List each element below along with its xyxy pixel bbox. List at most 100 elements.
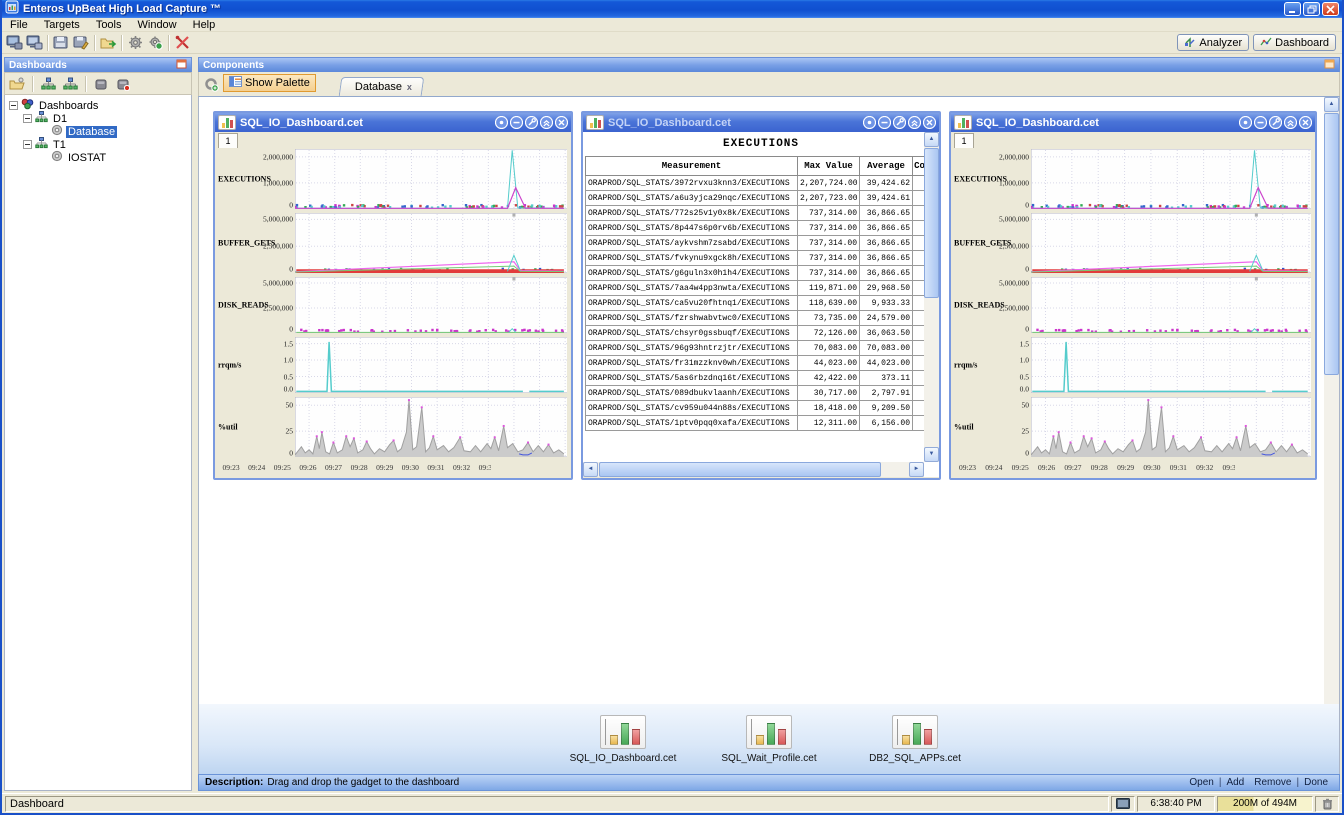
tree-item-iostat[interactable]: IOSTAT	[7, 151, 189, 164]
gadget-menu-button[interactable]	[510, 116, 523, 129]
y-tick-label: 0.5	[284, 372, 293, 381]
gadget-sql-io-dashboard-3[interactable]: SQL_IO_Dashboard.cet 1 EXECUTIONS2,000,0…	[949, 111, 1317, 480]
gadget-close-button[interactable]	[1299, 116, 1312, 129]
tab-database[interactable]: Database x	[338, 77, 424, 96]
table-row[interactable]: ORAPROD/SQL_STATS/fr31mzzknv0wh/EXECUTIO…	[586, 356, 927, 371]
menu-tools[interactable]: Tools	[88, 19, 130, 31]
table-row[interactable]: ORAPROD/SQL_STATS/8p447s6p0rv6b/EXECUTIO…	[586, 221, 927, 236]
gadget-dot-button[interactable]	[863, 116, 876, 129]
dashboards-panel-header: Dashboards	[4, 57, 192, 72]
tab-close-icon[interactable]: x	[407, 82, 412, 92]
tree-item-t1[interactable]: T1	[7, 138, 189, 151]
gadget-menu-button[interactable]	[1254, 116, 1267, 129]
show-palette-button[interactable]: Show Palette	[223, 74, 316, 92]
table-row[interactable]: ORAPROD/SQL_STATS/089dbukvlaanh/EXECUTIO…	[586, 386, 927, 401]
export-folder-icon[interactable]	[98, 34, 118, 52]
menu-file[interactable]: File	[2, 19, 36, 31]
tree-expander-icon[interactable]	[23, 114, 32, 123]
canvas-vertical-scrollbar[interactable]: ▲ ▼	[1324, 97, 1339, 790]
table-row[interactable]: ORAPROD/SQL_STATS/3972rvxu3knn3/EXECUTIO…	[586, 176, 927, 191]
gadget-collapse-button[interactable]	[908, 116, 921, 129]
average-cell: 39,424.61	[860, 191, 913, 206]
save-capture-icon[interactable]	[51, 34, 71, 52]
table-row[interactable]: ORAPROD/SQL_STATS/cv959u044n88s/EXECUTIO…	[586, 401, 927, 416]
svg-text:09:25: 09:25	[1012, 463, 1029, 472]
tree-expander-icon[interactable]	[23, 140, 32, 149]
component-icon	[51, 150, 63, 165]
gadget-close-button[interactable]	[923, 116, 936, 129]
table-row[interactable]: ORAPROD/SQL_STATS/chsyr0gssbuqf/EXECUTIO…	[586, 326, 927, 341]
menu-targets[interactable]: Targets	[36, 19, 88, 31]
gadget-collapse-button[interactable]	[540, 116, 553, 129]
palette-gadget-3[interactable]: DB2_SQL_APPs.cet	[855, 715, 975, 764]
edit-capture-icon[interactable]	[71, 34, 91, 52]
analyzer-button[interactable]: Analyzer	[1177, 34, 1249, 51]
garbage-collect-icon[interactable]	[1315, 796, 1339, 812]
table-row[interactable]: ORAPROD/SQL_STATS/a6u3yjca29nqc/EXECUTIO…	[586, 191, 927, 206]
table-row[interactable]: ORAPROD/SQL_STATS/ca5vu20fhtnq1/EXECUTIO…	[586, 296, 927, 311]
chart-plot	[295, 149, 567, 209]
gadget-tab-1[interactable]: 1	[218, 133, 238, 148]
table-row[interactable]: ORAPROD/SQL_STATS/fvkynu9xgck8h/EXECUTIO…	[586, 251, 927, 266]
menu-help[interactable]: Help	[185, 19, 224, 31]
hierarchy-icon[interactable]	[38, 75, 58, 93]
close-button[interactable]	[1322, 2, 1339, 16]
capture-target-icon[interactable]	[4, 34, 24, 52]
tree-expander-icon[interactable]	[9, 101, 18, 110]
hierarchy-alt-icon[interactable]	[60, 75, 80, 93]
table-row[interactable]: ORAPROD/SQL_STATS/fzrshwabvtwc0/EXECUTIO…	[586, 311, 927, 326]
tools-icon[interactable]	[172, 34, 192, 52]
open-link[interactable]: Open	[1189, 777, 1213, 788]
cube-badge-icon[interactable]	[113, 75, 133, 93]
chart-strip-rrqms: rrqm/s1.51.00.50.0	[953, 337, 1311, 393]
gadget-settings-button[interactable]	[1269, 116, 1282, 129]
settings-run-icon[interactable]	[145, 34, 165, 52]
capture-target-add-icon[interactable]	[24, 34, 44, 52]
remove-link[interactable]: Remove	[1254, 777, 1291, 788]
tree-item-d1[interactable]: D1	[7, 112, 189, 125]
gadget-settings-button[interactable]	[893, 116, 906, 129]
palette-gadget-1[interactable]: SQL_IO_Dashboard.cet	[563, 715, 683, 764]
gadget-menu-button[interactable]	[878, 116, 891, 129]
column-header-average[interactable]: Average	[860, 157, 913, 176]
memory-indicator[interactable]: 200M of 494M	[1217, 796, 1313, 812]
table-row[interactable]: ORAPROD/SQL_STATS/96g93hntrzjtr/EXECUTIO…	[586, 341, 927, 356]
gadget-title-bar[interactable]: SQL_IO_Dashboard.cet	[951, 113, 1315, 132]
tree-item-label: D1	[51, 113, 69, 125]
settings-gear-icon[interactable]	[125, 34, 145, 52]
gadget-title-bar[interactable]: SQL_IO_Dashboard.cet	[583, 113, 939, 132]
dashboard-button[interactable]: Dashboard	[1253, 34, 1336, 51]
gadget-settings-button[interactable]	[525, 116, 538, 129]
minimize-button[interactable]	[1284, 2, 1301, 16]
add-link[interactable]: Add	[1226, 777, 1244, 788]
table-vertical-scrollbar[interactable]: ▲ ▼	[924, 132, 939, 462]
gadget-title-bar[interactable]: SQL_IO_Dashboard.cet	[215, 113, 571, 132]
panel-menu-icon[interactable]	[176, 59, 187, 72]
table-horizontal-scrollbar[interactable]: ◄ ►	[583, 462, 924, 477]
cube-icon[interactable]	[91, 75, 111, 93]
done-link[interactable]: Done	[1304, 777, 1328, 788]
gadget-dot-button[interactable]	[1239, 116, 1252, 129]
table-row[interactable]: ORAPROD/SQL_STATS/1ptv0pqq0xafa/EXECUTIO…	[586, 416, 927, 431]
gadget-tab-1[interactable]: 1	[954, 133, 974, 148]
refresh-components-icon[interactable]	[201, 75, 221, 93]
menu-window[interactable]: Window	[130, 19, 185, 31]
column-header-measurement[interactable]: Measurement	[586, 157, 798, 176]
gadget-dot-button[interactable]	[495, 116, 508, 129]
column-header-max-value[interactable]: Max Value	[798, 157, 860, 176]
panel-menu-icon[interactable]	[1324, 59, 1335, 72]
gadget-sql-io-dashboard-1[interactable]: SQL_IO_Dashboard.cet 1 EXECUTIONS2,000,0…	[213, 111, 573, 480]
table-row[interactable]: ORAPROD/SQL_STATS/772s25v1y0x8k/EXECUTIO…	[586, 206, 927, 221]
y-tick-label: 1.5	[1020, 339, 1029, 348]
palette-gadget-2[interactable]: SQL_Wait_Profile.cet	[709, 715, 829, 764]
gadget-sql-io-dashboard-2[interactable]: SQL_IO_Dashboard.cet EXECUTIONS Measurem…	[581, 111, 941, 480]
measurement-cell: ORAPROD/SQL_STATS/aykvshm7zsabd/EXECUTIO…	[586, 236, 798, 251]
gadget-close-button[interactable]	[555, 116, 568, 129]
table-row[interactable]: ORAPROD/SQL_STATS/5as6rbzdnq16t/EXECUTIO…	[586, 371, 927, 386]
table-row[interactable]: ORAPROD/SQL_STATS/aykvshm7zsabd/EXECUTIO…	[586, 236, 927, 251]
table-row[interactable]: ORAPROD/SQL_STATS/7aa4w4pp3nwta/EXECUTIO…	[586, 281, 927, 296]
folder-open-icon[interactable]	[7, 75, 27, 93]
restore-button[interactable]	[1303, 2, 1320, 16]
table-row[interactable]: ORAPROD/SQL_STATS/g6guln3x0h1h4/EXECUTIO…	[586, 266, 927, 281]
gadget-collapse-button[interactable]	[1284, 116, 1297, 129]
